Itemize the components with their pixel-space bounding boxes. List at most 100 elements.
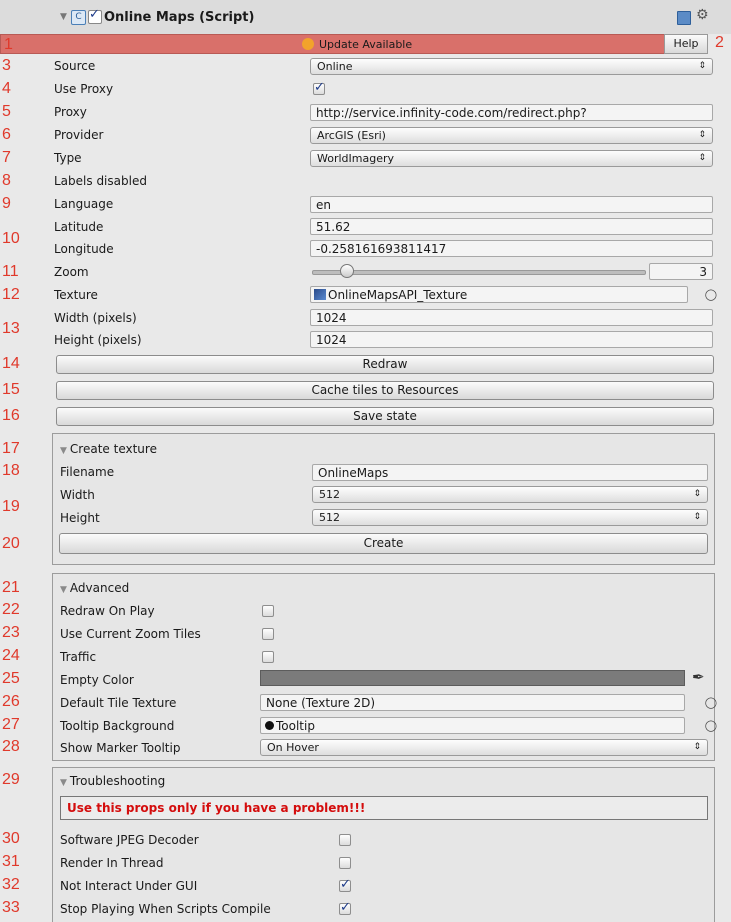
marker-30: 30 <box>2 830 20 847</box>
proxy-label: Proxy <box>54 105 87 119</box>
create-width-dropdown[interactable]: 512 ⇕ <box>312 486 708 503</box>
marker-19: 19 <box>2 498 20 515</box>
cache-tiles-button[interactable]: Cache tiles to Resources <box>56 381 714 400</box>
marker-31: 31 <box>2 853 20 870</box>
longitude-label: Longitude <box>54 242 114 256</box>
marker-21: 21 <box>2 579 20 596</box>
use-current-zoom-checkbox[interactable] <box>262 628 274 640</box>
source-label: Source <box>54 59 96 73</box>
thread-checkbox[interactable] <box>339 857 351 869</box>
marker-24: 24 <box>2 647 20 664</box>
show-marker-label: Show Marker Tooltip <box>60 741 181 755</box>
type-dropdown[interactable]: WorldImagery ⇕ <box>310 150 713 167</box>
marker-16: 16 <box>2 407 20 424</box>
default-tile-field[interactable]: None (Texture 2D) <box>260 694 685 711</box>
help-book-icon[interactable] <box>677 11 691 25</box>
use-current-zoom-label: Use Current Zoom Tiles <box>60 627 201 641</box>
marker-22: 22 <box>2 601 20 618</box>
marker-9: 9 <box>2 195 11 212</box>
source-dropdown[interactable]: Online ⇕ <box>310 58 713 75</box>
marker-26: 26 <box>2 693 20 710</box>
texture-label: Texture <box>54 288 98 302</box>
show-marker-dropdown[interactable]: On Hover ⇕ <box>260 739 708 756</box>
language-label: Language <box>54 197 114 211</box>
not-interact-checkbox[interactable]: ✓ <box>339 877 351 892</box>
traffic-checkbox[interactable] <box>262 651 274 663</box>
marker-8: 8 <box>2 172 11 189</box>
stop-playing-label: Stop Playing When Scripts Compile <box>60 902 271 916</box>
warning-text: Use this props only if you have a proble… <box>67 801 366 815</box>
marker-27: 27 <box>2 716 20 733</box>
marker-33: 33 <box>2 899 20 916</box>
zoom-label: Zoom <box>54 265 89 279</box>
marker-23: 23 <box>2 624 20 641</box>
create-button[interactable]: Create <box>59 533 708 554</box>
tooltip-bg-field[interactable]: Tooltip <box>260 717 685 734</box>
troubleshooting-foldout[interactable]: ▼ Troubleshooting <box>60 774 165 788</box>
longitude-input[interactable]: -0.258161693811417 <box>310 240 713 257</box>
empty-color-swatch[interactable] <box>260 670 685 686</box>
zoom-slider-thumb[interactable] <box>340 264 354 278</box>
eyedropper-icon[interactable]: ✒ <box>692 668 705 686</box>
create-width-label: Width <box>60 488 95 502</box>
texture-field[interactable]: OnlineMapsAPI_Texture <box>310 286 688 303</box>
width-pixels-input[interactable]: 1024 <box>310 309 713 326</box>
filename-input[interactable]: OnlineMaps <box>312 464 708 481</box>
height-pixels-input[interactable]: 1024 <box>310 331 713 348</box>
stop-playing-checkbox[interactable]: ✓ <box>339 900 351 915</box>
marker-29: 29 <box>2 771 20 788</box>
traffic-label: Traffic <box>60 650 97 664</box>
width-pixels-label: Width (pixels) <box>54 311 137 325</box>
gear-icon[interactable]: ⚙ <box>696 7 709 23</box>
create-height-dropdown[interactable]: 512 ⇕ <box>312 509 708 526</box>
texture-picker-icon[interactable]: ◯ <box>705 288 717 301</box>
marker-3: 3 <box>2 57 11 74</box>
advanced-foldout[interactable]: ▼ Advanced <box>60 581 129 595</box>
marker-11: 11 <box>2 263 19 280</box>
marker-12: 12 <box>2 286 20 303</box>
tooltip-bg-picker-icon[interactable]: ◯ <box>705 719 717 732</box>
provider-label: Provider <box>54 128 104 142</box>
enabled-checkbox[interactable]: ✓ <box>88 7 102 24</box>
help-button[interactable]: Help <box>664 34 708 54</box>
use-proxy-checkbox[interactable]: ✓ <box>313 80 325 95</box>
update-bar[interactable]: Update Available <box>0 34 708 54</box>
default-tile-label: Default Tile Texture <box>60 696 177 710</box>
provider-dropdown[interactable]: ArcGIS (Esri) ⇕ <box>310 127 713 144</box>
latitude-input[interactable]: 51.62 <box>310 218 713 235</box>
texture-icon <box>314 289 326 300</box>
thread-label: Render In Thread <box>60 856 164 870</box>
type-label: Type <box>54 151 82 165</box>
marker-1: 1 <box>4 36 13 53</box>
jpeg-label: Software JPEG Decoder <box>60 833 199 847</box>
zoom-input[interactable]: 3 <box>649 263 713 280</box>
redraw-on-play-label: Redraw On Play <box>60 604 155 618</box>
create-texture-foldout[interactable]: ▼ Create texture <box>60 442 157 456</box>
tooltip-dot-icon <box>265 721 274 730</box>
zoom-slider-track[interactable] <box>312 270 646 275</box>
redraw-button[interactable]: Redraw <box>56 355 714 374</box>
marker-32: 32 <box>2 876 20 893</box>
proxy-input[interactable]: http://service.infinity-code.com/redirec… <box>310 104 713 121</box>
marker-6: 6 <box>2 126 11 143</box>
filename-label: Filename <box>60 465 115 479</box>
redraw-on-play-checkbox[interactable] <box>262 605 274 617</box>
marker-17: 17 <box>2 440 20 457</box>
component-title: Online Maps (Script) <box>104 10 255 25</box>
marker-18: 18 <box>2 462 20 479</box>
script-icon: C <box>71 10 86 25</box>
save-state-button[interactable]: Save state <box>56 407 714 426</box>
marker-25: 25 <box>2 670 20 687</box>
marker-10: 10 <box>2 230 20 247</box>
language-input[interactable]: en <box>310 196 713 213</box>
marker-28: 28 <box>2 738 20 755</box>
labels-disabled-label: Labels disabled <box>54 174 147 188</box>
marker-14: 14 <box>2 355 20 372</box>
jpeg-checkbox[interactable] <box>339 834 351 846</box>
foldout-arrow-icon[interactable]: ▼ <box>60 12 67 22</box>
component-header: ▼ C ✓ Online Maps (Script) ⚙ <box>0 0 731 34</box>
tooltip-bg-label: Tooltip Background <box>60 719 175 733</box>
update-available-label[interactable]: Update Available <box>319 38 412 51</box>
marker-4: 4 <box>2 80 11 97</box>
default-tile-picker-icon[interactable]: ◯ <box>705 696 717 709</box>
